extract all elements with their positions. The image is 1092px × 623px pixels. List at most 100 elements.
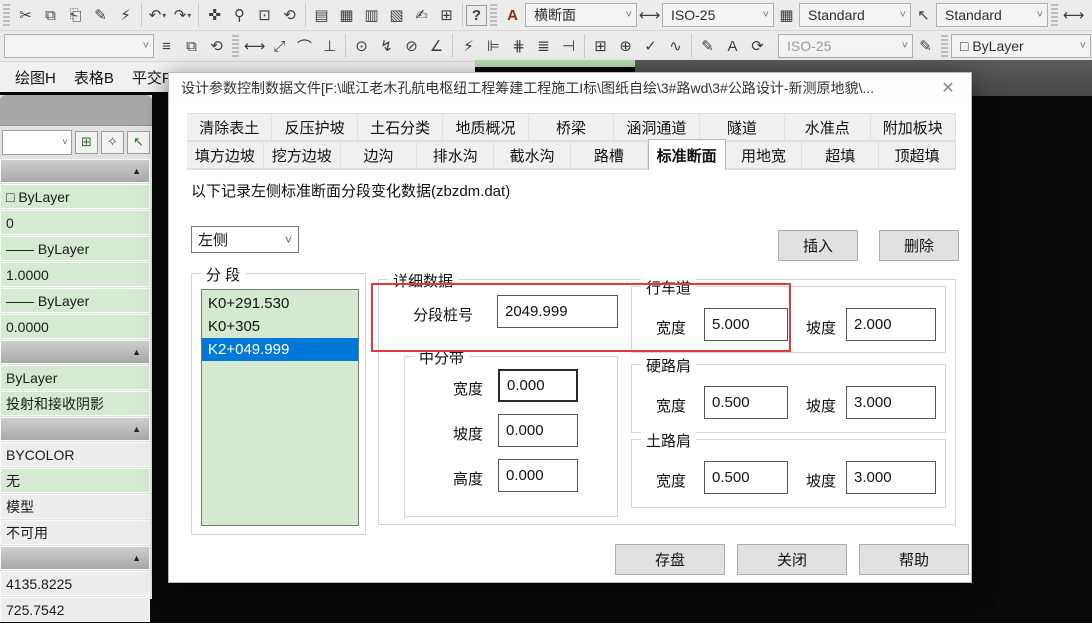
tab-tunnel[interactable]: 隧道 (700, 113, 785, 141)
zoom-previous-icon[interactable]: ⟲ (277, 3, 302, 28)
tab-top-overfill[interactable]: 顶超填 (879, 141, 956, 169)
layer-previous-icon[interactable]: ⟲ (204, 34, 229, 59)
property-row-linetype-scale[interactable]: 1.0000 (0, 262, 150, 287)
insert-button[interactable]: 插入 (778, 230, 858, 261)
section-collapse-icon[interactable]: ▲ (0, 159, 150, 183)
quickcalc-icon[interactable]: ⊞ (434, 3, 459, 28)
segment-item[interactable]: K0+305 (202, 315, 358, 338)
oblique-icon[interactable]: ✎ (695, 34, 720, 59)
layer-dropdown[interactable] (4, 34, 154, 58)
close-icon[interactable]: ✕ (935, 77, 961, 99)
dimension-style-brush-icon[interactable]: ✎ (913, 34, 938, 59)
tab-counter-berm[interactable]: 反压护坡 (272, 113, 357, 141)
undo-icon[interactable]: ↶ (145, 3, 170, 28)
dimension-toolbar-icon[interactable]: ⟷ (1061, 3, 1086, 28)
property-row-shadow[interactable]: 投射和接收阴影 (0, 391, 150, 416)
help-icon[interactable]: ? (466, 5, 487, 26)
multileader-style-icon[interactable]: ↖ (911, 3, 936, 28)
continue-dimension-icon[interactable]: ⋕ (506, 34, 531, 59)
angular-dimension-icon[interactable]: ∠ (424, 34, 449, 59)
tab-fill-slope[interactable]: 填方边坡 (187, 141, 264, 169)
markup-set-manager-icon[interactable]: ✍ (409, 3, 434, 28)
property-row-layer[interactable]: 0 (0, 210, 150, 235)
property-row-plot-space[interactable]: 模型 (0, 494, 150, 519)
dimension-break-icon[interactable]: ⊣ (556, 34, 581, 59)
baseline-dimension-icon[interactable]: ⊫ (481, 34, 506, 59)
property-row-linetype[interactable]: —— ByLayer (0, 236, 150, 261)
tab-soil-rock-classification[interactable]: 土石分类 (358, 113, 443, 141)
median-height-input[interactable] (498, 459, 578, 492)
zoom-window-icon[interactable]: ⊡ (252, 3, 277, 28)
tab-side-ditch[interactable]: 边沟 (341, 141, 418, 169)
tab-standard-cross-section[interactable]: 标准断面 (648, 139, 726, 170)
segment-item[interactable]: K2+049.999 (202, 338, 358, 361)
property-row-plot-style-table[interactable]: 无 (0, 468, 150, 493)
median-width-input[interactable] (498, 369, 578, 402)
redo-icon[interactable]: ↷ (170, 3, 195, 28)
property-row-lineweight[interactable]: —— ByLayer (0, 288, 150, 313)
sheet-set-manager-icon[interactable]: ▧ (384, 3, 409, 28)
copy-icon[interactable]: ⧉ (38, 3, 63, 28)
tab-geology-overview[interactable]: 地质概况 (443, 113, 528, 141)
tab-intercepting-ditch[interactable]: 截水沟 (494, 141, 571, 169)
tab-benchmark[interactable]: 水准点 (785, 113, 870, 141)
make-object-layer-current-icon[interactable]: ≡ (154, 34, 179, 59)
layer-properties-icon[interactable]: ⧉ (179, 34, 204, 59)
tab-culvert-passage[interactable]: 涵洞通道 (614, 113, 699, 141)
dimension-space-icon[interactable]: ≣ (531, 34, 556, 59)
pan-icon[interactable]: ✜ (202, 3, 227, 28)
select-objects-icon[interactable]: ↖ (127, 131, 150, 154)
tolerance-icon[interactable]: ⊞ (588, 34, 613, 59)
cut-icon[interactable]: ✂ (13, 3, 38, 28)
property-row-plot-style[interactable]: BYCOLOR (0, 442, 150, 467)
quick-properties-icon[interactable]: ⚡ (113, 3, 138, 28)
dimension-update-icon[interactable]: ⟳ (745, 34, 770, 59)
dimension-style-dropdown-2[interactable]: ISO-25 (778, 34, 913, 58)
tab-additional-slab[interactable]: 附加板块 (871, 113, 956, 141)
dimension-style-dropdown[interactable]: ISO-25 (662, 3, 774, 27)
soil-shoulder-width-input[interactable] (704, 461, 788, 494)
median-slope-input[interactable] (498, 414, 578, 447)
toolbar-grip[interactable] (490, 4, 497, 26)
save-button[interactable]: 存盘 (615, 544, 725, 575)
quick-select-icon[interactable]: ✧ (101, 131, 124, 154)
jogged-dimension-icon[interactable]: ↯ (374, 34, 399, 59)
hard-shoulder-slope-input[interactable] (846, 386, 936, 419)
delete-button[interactable]: 删除 (879, 230, 959, 261)
toolbar-grip[interactable] (1051, 4, 1058, 26)
properties-palette-header[interactable] (0, 95, 152, 126)
text-angle-icon[interactable]: A (720, 34, 745, 59)
tab-road-trough[interactable]: 路槽 (571, 141, 648, 169)
table-style-dropdown[interactable]: Standard (799, 3, 911, 27)
lane-width-input[interactable] (704, 308, 788, 341)
property-row-center-y[interactable]: 725.7542 (0, 597, 150, 622)
section-collapse-icon[interactable]: ▲ (0, 546, 150, 570)
tab-drainage-ditch[interactable]: 排水沟 (417, 141, 494, 169)
designcenter-icon[interactable]: ▦ (334, 3, 359, 28)
menu-table[interactable]: 表格B (65, 65, 123, 90)
property-row-material[interactable]: ByLayer (0, 365, 150, 390)
arc-length-dimension-icon[interactable]: ⌒ (292, 34, 317, 59)
help-button[interactable]: 帮助 (859, 544, 969, 575)
property-row-thickness[interactable]: 0.0000 (0, 314, 150, 339)
zoom-icon[interactable]: ⚲ (227, 3, 252, 28)
toolbar-grip[interactable] (232, 35, 239, 57)
close-button[interactable]: 关闭 (737, 544, 847, 575)
text-style-icon[interactable]: A (500, 3, 525, 28)
dialog-title-bar[interactable]: 设计参数控制数据文件[F:\岷江老木孔航电枢纽工程筹建工程施工I标\图纸自绘\3… (169, 73, 971, 103)
quick-dimension-icon[interactable]: ⚡ (456, 34, 481, 59)
segment-item[interactable]: K0+291.530 (202, 292, 358, 315)
tab-land-width[interactable]: 用地宽 (726, 141, 803, 169)
menu-draw[interactable]: 绘图H (6, 65, 65, 90)
selection-filter-dropdown[interactable] (2, 130, 72, 155)
paste-icon[interactable]: ⎗ (63, 3, 88, 28)
radius-dimension-icon[interactable]: ⊙ (349, 34, 374, 59)
side-select-dropdown[interactable]: 左侧 (191, 226, 299, 253)
soil-shoulder-slope-input[interactable] (846, 461, 936, 494)
properties-palette-icon[interactable]: ▤ (309, 3, 334, 28)
table-style-icon[interactable]: ▦ (774, 3, 799, 28)
tab-bridge[interactable]: 桥梁 (529, 113, 614, 141)
inspect-icon[interactable]: ✓ (638, 34, 663, 59)
jogged-linear-icon[interactable]: ∿ (663, 34, 688, 59)
property-row-center-x[interactable]: 4135.8225 (0, 571, 150, 596)
